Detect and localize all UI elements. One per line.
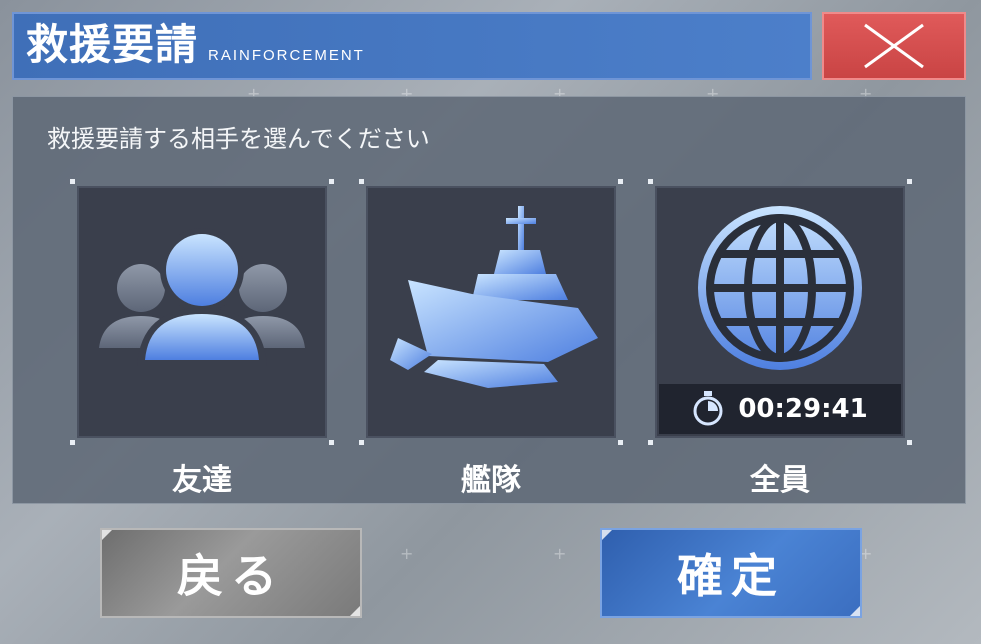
option-tile [366,186,616,438]
dialog-title: 救援要請 [26,20,199,69]
frame-corner [618,440,623,445]
selection-panel: 救援要請する相手を選んでください 00:29:41 友達 艦隊 全員 [12,96,966,504]
frame-corner [907,179,912,184]
bg-decoration: + [400,544,414,563]
button-corner-accent [102,530,112,540]
stopwatch-icon [693,391,723,426]
frame-corner [648,179,653,184]
frame-corner [907,440,912,445]
frame-corner [359,179,364,184]
timer-value: 00:29:41 [738,394,868,424]
cooldown-timer: 00:29:41 [659,384,901,434]
confirm-button-label: 確定 [677,549,785,603]
option-label-friends: 友達 [172,463,232,498]
option-everyone[interactable]: 00:29:41 [648,179,912,445]
frame-corner [329,179,334,184]
frame-corner [648,440,653,445]
option-tile [77,186,327,438]
option-friends[interactable] [70,179,334,445]
option-label-everyone: 全員 [750,463,810,498]
selection-prompt: 救援要請する相手を選んでください [47,125,430,153]
back-button-label: 戻る [177,549,285,603]
globe-icon [698,206,862,370]
close-button[interactable] [822,12,966,80]
frame-corner [618,179,623,184]
friends-icon [99,228,305,366]
battleship-icon [390,206,598,388]
dialog-subtitle: RAINFORCEMENT [208,47,365,64]
button-corner-accent [350,606,360,616]
frame-corner [70,179,75,184]
close-icon [864,23,924,69]
option-tile: 00:29:41 [655,186,905,438]
option-fleet[interactable] [359,179,623,445]
title-bar: 救援要請 RAINFORCEMENT [12,12,812,80]
button-corner-accent [602,530,612,540]
option-label-fleet: 艦隊 [461,463,521,498]
back-button[interactable]: 戻る [100,528,362,618]
frame-corner [70,440,75,445]
button-corner-accent [850,606,860,616]
frame-corner [329,440,334,445]
frame-corner [359,440,364,445]
confirm-button[interactable]: 確定 [600,528,862,618]
bg-decoration: + [553,544,567,563]
